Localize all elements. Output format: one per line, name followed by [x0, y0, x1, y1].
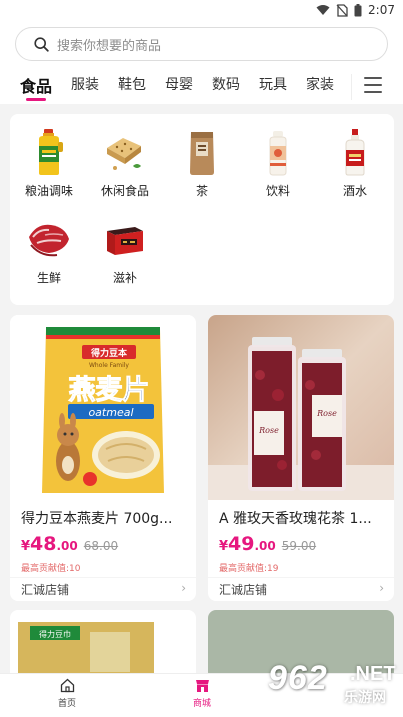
watermark-subtitle: 乐游网 [344, 690, 386, 706]
store-link[interactable]: 汇诚店铺 › [10, 577, 196, 601]
category-label: 休闲食品 [100, 184, 149, 198]
status-bar: 2:07 [0, 0, 403, 22]
category-tonic[interactable]: 滋补 [87, 215, 163, 286]
store-name: 汇诚店铺 [219, 583, 268, 597]
search-bar[interactable]: 搜索你想要的商品 [15, 27, 388, 61]
package-family-text: Whole Family [89, 362, 129, 369]
category-grid: 粮油调味 休闲食品 茶 饮料 酒水 生鲜 滋补 [10, 114, 394, 305]
tea-bag-icon [180, 128, 224, 176]
drink-bottle-icon [256, 128, 300, 176]
tabs-divider [351, 74, 352, 100]
contribution-value: 最高贡献值:19 [219, 564, 279, 574]
original-price: 68.00 [83, 539, 119, 553]
price-decimal: .00 [254, 539, 276, 553]
category-grain-oil[interactable]: 粮油调味 [11, 128, 87, 199]
category-label: 滋补 [112, 271, 137, 285]
watermark-net: .NET [350, 663, 396, 685]
wifi-icon [316, 5, 330, 15]
category-label: 生鲜 [36, 271, 61, 285]
package-en-text: oatmeal [88, 406, 133, 419]
product-title: 得力豆本燕麦片 700g... [21, 511, 173, 527]
price-row: ¥ 49 .00 59.00 [219, 533, 316, 555]
category-tabs: 食品 服装 鞋包 母婴 数码 玩具 家装 [0, 74, 403, 104]
product-card[interactable]: Rose Rose A 雅玫天香玫瑰花茶 1... ¥ 49 .00 59.00… [208, 315, 394, 601]
chevron-right-icon: › [379, 581, 384, 595]
jar-label-text: Rose [316, 409, 337, 418]
package-name-text: 燕麦片 [69, 375, 150, 406]
package-brand-text: 得力豆本 [90, 347, 128, 359]
watermark-logo: 962 .NET 乐游网 [262, 655, 403, 717]
tab-mother-baby[interactable]: 母婴 [165, 74, 193, 94]
category-fresh[interactable]: 生鲜 [11, 215, 87, 286]
store-name: 汇诚店铺 [21, 583, 70, 597]
header: 搜索你想要的商品 食品 服装 鞋包 母婴 数码 玩具 家装 [0, 22, 403, 104]
menu-icon[interactable] [364, 77, 382, 93]
tab-home-decor[interactable]: 家装 [306, 74, 334, 94]
category-label: 粮油调味 [24, 184, 73, 198]
nav-shop[interactable]: 商城 [172, 678, 232, 709]
category-drinks[interactable]: 饮料 [240, 128, 316, 199]
watermark-number: 962 [268, 659, 328, 697]
cooking-oil-icon [27, 128, 71, 176]
price-currency: ¥ [219, 539, 229, 554]
fresh-meat-icon [27, 215, 71, 263]
nav-shop-label: 商城 [192, 699, 211, 709]
status-time: 2:07 [368, 3, 395, 17]
battery-icon [354, 3, 362, 16]
product-card[interactable]: 得力豆本 Whole Family 燕麦片 oatmeal 得力豆本燕麦片 70… [10, 315, 196, 601]
tonic-box-icon [103, 215, 147, 263]
shop-icon [195, 680, 209, 692]
category-label: 茶 [195, 184, 208, 198]
home-icon [60, 678, 74, 693]
store-link[interactable]: 汇诚店铺 › [208, 577, 394, 601]
active-tab-indicator [26, 98, 46, 101]
nav-home-label: 首页 [57, 699, 76, 709]
category-liquor[interactable]: 酒水 [317, 128, 393, 199]
nav-home[interactable]: 首页 [37, 678, 97, 709]
price-decimal: .00 [56, 539, 78, 553]
tab-food[interactable]: 食品 [20, 73, 52, 97]
product-card-partial[interactable]: 得力豆巾 [10, 610, 196, 680]
category-label: 酒水 [342, 184, 367, 198]
jar-label-text: Rose [258, 426, 279, 435]
chevron-right-icon: › [181, 581, 186, 595]
product-image: 得力豆本 Whole Family 燕麦片 oatmeal [10, 315, 196, 500]
product-title: A 雅玫天香玫瑰花茶 1... [219, 511, 372, 527]
category-snacks[interactable]: 休闲食品 [87, 128, 163, 199]
price-row: ¥ 48 .00 68.00 [21, 533, 118, 555]
search-icon [34, 36, 49, 52]
category-label: 饮料 [265, 184, 290, 198]
tab-clothing[interactable]: 服装 [71, 74, 99, 94]
tab-digital[interactable]: 数码 [212, 74, 240, 94]
tab-toys[interactable]: 玩具 [259, 74, 287, 94]
product-image: Rose Rose [208, 315, 394, 500]
partial-brand-text: 得力豆巾 [39, 629, 71, 639]
original-price: 59.00 [281, 539, 317, 553]
status-icons: 2:07 [316, 3, 395, 17]
price-integer: 48 [30, 533, 57, 555]
search-input[interactable]: 搜索你想要的商品 [57, 35, 161, 54]
contribution-value: 最高贡献值:10 [21, 564, 81, 574]
category-tea[interactable]: 茶 [164, 128, 240, 199]
price-currency: ¥ [21, 539, 31, 554]
price-integer: 49 [228, 533, 255, 555]
tab-bags-shoes[interactable]: 鞋包 [118, 74, 146, 94]
snack-icon [103, 128, 147, 176]
liquor-bottle-icon [333, 128, 377, 176]
no-sim-icon [336, 3, 348, 17]
